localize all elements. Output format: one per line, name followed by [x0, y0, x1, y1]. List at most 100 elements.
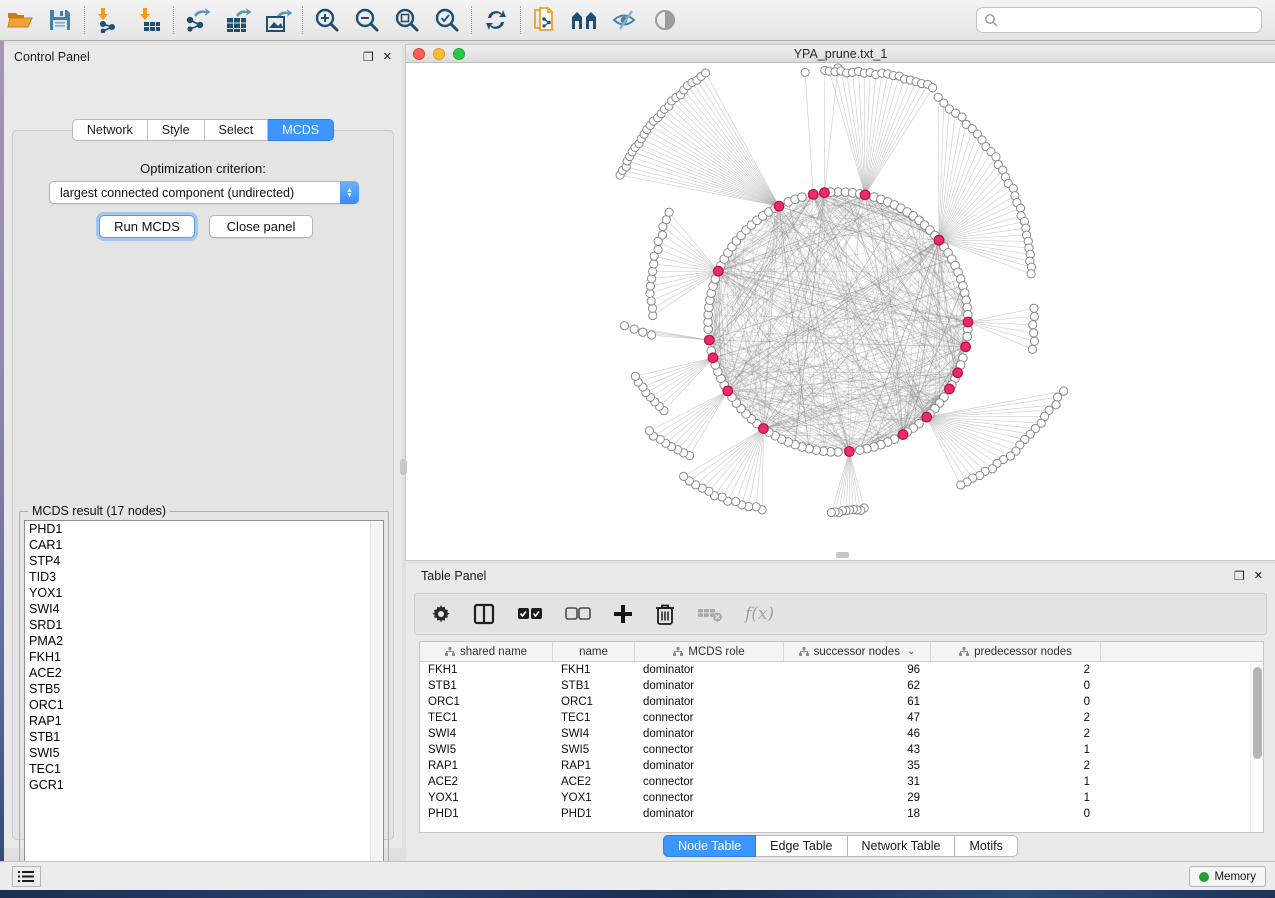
tab-select[interactable]: Select — [205, 119, 269, 141]
mcds-list-scrollbar[interactable] — [370, 521, 383, 877]
mcds-result-item[interactable]: PHD1 — [25, 521, 383, 537]
export-table-button[interactable] — [218, 3, 258, 37]
memory-button[interactable]: Memory — [1189, 866, 1266, 887]
table-cell: 0 — [931, 696, 1101, 708]
mcds-result-list[interactable]: PHD1CAR1STP4TID3YOX1SWI4SRD1PMA2FKH1ACE2… — [24, 520, 384, 878]
delete-column-button[interactable] — [655, 600, 675, 628]
table-row[interactable]: PHD1PHD1dominator180 — [420, 806, 1263, 822]
tab-node-table[interactable]: Node Table — [663, 835, 756, 857]
table-row[interactable]: SWI5SWI5connector431 — [420, 742, 1263, 758]
zoom-fit-button[interactable] — [387, 3, 427, 37]
toolbar-separator — [520, 6, 521, 34]
mcds-result-item[interactable]: SWI5 — [25, 745, 383, 761]
mcds-result-item[interactable]: GCR1 — [25, 777, 383, 793]
mcds-result-item[interactable]: SRD1 — [25, 617, 383, 633]
table-row[interactable]: STB1STB1dominator620 — [420, 678, 1263, 694]
column-header-MCDS-role[interactable]: MCDS role — [635, 642, 784, 661]
table-cell: 62 — [784, 680, 931, 692]
column-header-shared-name[interactable]: shared name — [420, 642, 553, 661]
export-image-button[interactable] — [258, 3, 298, 37]
tab-style[interactable]: Style — [148, 119, 205, 141]
network-canvas[interactable] — [406, 63, 1275, 559]
column-header-label: MCDS role — [688, 646, 744, 658]
criterion-select[interactable]: largest connected component (undirected)… — [49, 181, 359, 204]
table-panel: Table Panel ❐ ✕ — [406, 563, 1275, 861]
table-settings-button[interactable] — [431, 600, 451, 628]
traffic-light-zoom-icon[interactable] — [453, 48, 465, 60]
table-row[interactable]: YOX1YOX1connector291 — [420, 790, 1263, 806]
column-header-label: successor nodes — [814, 646, 900, 658]
mcds-result-item[interactable]: CAR1 — [25, 537, 383, 553]
tab-mcds[interactable]: MCDS — [268, 119, 334, 141]
import-table-button[interactable] — [129, 3, 169, 37]
run-mcds-button[interactable]: Run MCDS — [99, 215, 195, 238]
column-header-name[interactable]: name — [553, 642, 635, 661]
hide-selected-button[interactable] — [605, 3, 645, 37]
column-type-icon — [799, 647, 809, 656]
tab-motifs[interactable]: Motifs — [955, 835, 1017, 857]
zoom-out-button[interactable] — [347, 3, 387, 37]
table-cell: connector — [635, 776, 784, 788]
table-scrollbar[interactable] — [1250, 663, 1263, 832]
table-cell: FKH1 — [420, 664, 553, 676]
save-session-button[interactable] — [40, 3, 80, 37]
mcds-result-item[interactable]: PMA2 — [25, 633, 383, 649]
task-history-button[interactable] — [12, 866, 41, 887]
zoom-in-button[interactable] — [307, 3, 347, 37]
close-panel-icon[interactable]: ✕ — [1254, 571, 1263, 582]
table-row[interactable]: ACE2ACE2connector311 — [420, 774, 1263, 790]
mcds-result-item[interactable]: STB1 — [25, 729, 383, 745]
close-panel-icon[interactable]: ✕ — [383, 52, 392, 63]
table-cell: 0 — [931, 680, 1101, 692]
node-table[interactable]: shared namename MCDS role successor nodes⌄… — [419, 641, 1264, 833]
table-row[interactable]: TEC1TEC1connector472 — [420, 710, 1263, 726]
search-input[interactable] — [999, 13, 1261, 27]
column-view-button[interactable] — [473, 600, 495, 628]
add-column-button[interactable] — [613, 600, 633, 628]
tab-edge-table[interactable]: Edge Table — [756, 835, 847, 857]
delete-table-icon — [697, 605, 723, 623]
network-window-titlebar[interactable]: YPA_prune.txt_1 — [406, 45, 1275, 63]
column-header-successor-nodes[interactable]: successor nodes⌄ — [784, 642, 931, 661]
mcds-result-item[interactable]: SWI4 — [25, 601, 383, 617]
mcds-result-item[interactable]: STB5 — [25, 681, 383, 697]
mcds-result-item[interactable]: YOX1 — [25, 585, 383, 601]
export-network-button[interactable] — [178, 3, 218, 37]
mcds-result-item[interactable]: TID3 — [25, 569, 383, 585]
mcds-result-item[interactable]: FKH1 — [25, 649, 383, 665]
table-cell: 29 — [784, 792, 931, 804]
close-panel-button[interactable]: Close panel — [209, 215, 313, 238]
table-row[interactable]: SWI4SWI4dominator462 — [420, 726, 1263, 742]
clone-network-button[interactable] — [525, 3, 565, 37]
deselect-all-columns-button[interactable] — [565, 600, 591, 628]
column-header-predecessor-nodes[interactable]: predecessor nodes — [931, 642, 1101, 661]
network-horizontal-scrollbar[interactable] — [836, 552, 849, 558]
table-row[interactable]: RAP1RAP1dominator352 — [420, 758, 1263, 774]
float-window-icon[interactable]: ❐ — [1234, 570, 1245, 582]
traffic-light-minimize-icon[interactable] — [433, 48, 445, 60]
mcds-result-item[interactable]: RAP1 — [25, 713, 383, 729]
search-box[interactable] — [976, 7, 1262, 33]
network-view-window: YPA_prune.txt_1 — [406, 45, 1275, 560]
network-vertical-scrollbar[interactable] — [400, 459, 407, 475]
first-neighbors-button[interactable] — [565, 3, 605, 37]
table-scrollbar-thumb[interactable] — [1253, 667, 1262, 759]
select-all-columns-button[interactable] — [517, 600, 543, 628]
mcds-result-item[interactable]: ORC1 — [25, 697, 383, 713]
tab-network-table[interactable]: Network Table — [848, 835, 956, 857]
table-row[interactable]: ORC1ORC1dominator610 — [420, 694, 1263, 710]
open-file-button[interactable] — [0, 3, 40, 37]
toolbar-separator — [173, 6, 174, 34]
traffic-light-close-icon[interactable] — [413, 48, 425, 60]
mcds-result-item[interactable]: ACE2 — [25, 665, 383, 681]
zoom-selected-button[interactable] — [427, 3, 467, 37]
tab-network[interactable]: Network — [72, 119, 148, 141]
float-window-icon[interactable]: ❐ — [363, 51, 374, 63]
table-row[interactable]: FKH1FKH1dominator962 — [420, 662, 1263, 678]
table-cell: SWI5 — [553, 744, 635, 756]
mcds-result-item[interactable]: TEC1 — [25, 761, 383, 777]
show-all-button[interactable] — [645, 3, 685, 37]
refresh-button[interactable] — [476, 3, 516, 37]
mcds-result-item[interactable]: STP4 — [25, 553, 383, 569]
import-network-button[interactable] — [89, 3, 129, 37]
